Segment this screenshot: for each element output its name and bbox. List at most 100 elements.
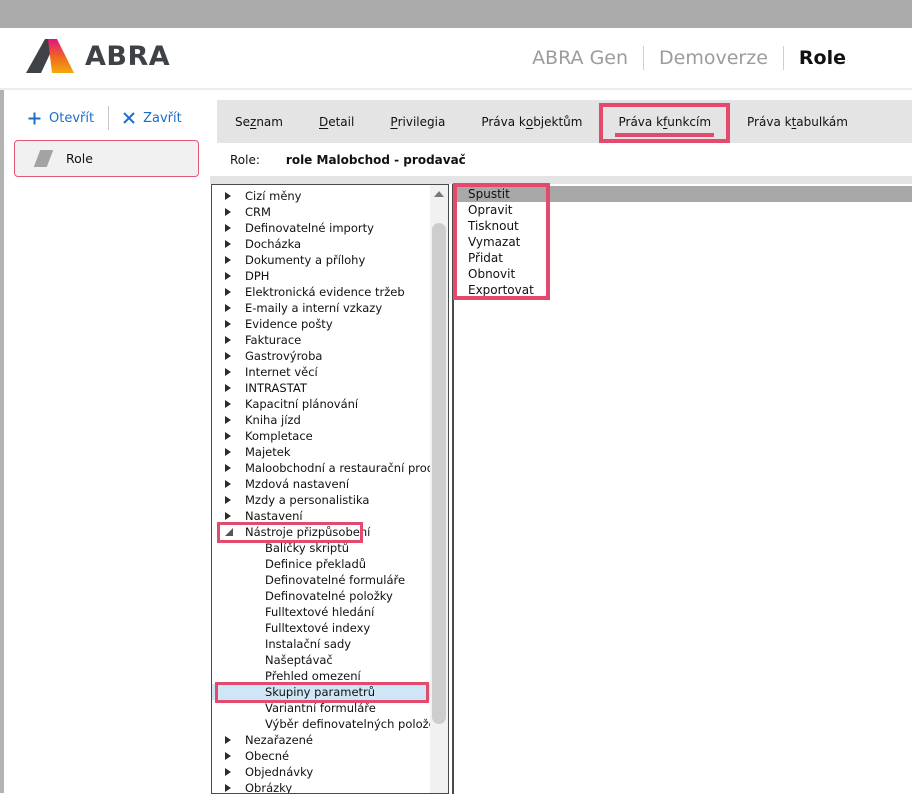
tree-item[interactable]: Dokumenty a přílohy [212, 252, 430, 268]
tree-item[interactable]: Definovatelné položky [212, 588, 430, 604]
function-item[interactable]: Tisknout [454, 218, 912, 234]
tree-expand-arrow-icon[interactable] [225, 432, 239, 440]
tree-expand-arrow-icon[interactable] [225, 512, 239, 520]
scrollbar-up-arrow-icon[interactable] [430, 185, 448, 203]
tree-expand-arrow-icon[interactable] [225, 304, 239, 312]
tree-item[interactable]: Nastavení [212, 508, 430, 524]
tree-item-label: Cizí měny [245, 189, 301, 203]
tree-item-label: Kniha jízd [245, 413, 301, 427]
tree-item[interactable]: Gastrovýroba [212, 348, 430, 364]
tab[interactable]: Práva k tabulkám [729, 100, 866, 143]
tree-expand-arrow-icon[interactable] [225, 320, 239, 328]
tree-expand-arrow-icon[interactable] [225, 768, 239, 776]
tree-item[interactable]: Fulltextové hledání [212, 604, 430, 620]
tree-item[interactable]: Obecné [212, 748, 430, 764]
tree-expand-arrow-icon[interactable] [225, 752, 239, 760]
tree-item[interactable]: Definovatelné importy [212, 220, 430, 236]
tree-item[interactable]: Kapacitní plánování [212, 396, 430, 412]
open-button[interactable]: Otevřít [28, 111, 94, 126]
tree-item[interactable]: Obrázky [212, 780, 430, 793]
tree-item[interactable]: Našeptávač [212, 652, 430, 668]
tree-expand-arrow-icon[interactable] [225, 256, 239, 264]
function-item[interactable]: Vymazat [454, 234, 912, 250]
tree-expand-arrow-icon[interactable] [225, 496, 239, 504]
scrollbar-thumb[interactable] [432, 223, 446, 724]
tree-item-label: Definice překladů [265, 557, 366, 571]
tab[interactable]: Privilegia [372, 100, 463, 143]
tree-item[interactable]: Nástroje přizpůsobení [212, 524, 430, 540]
tree-expand-arrow-icon[interactable] [225, 416, 239, 424]
sidebar-item-role[interactable]: Role [14, 140, 199, 177]
tree-item[interactable]: Kompletace [212, 428, 430, 444]
tree-expand-arrow-icon[interactable] [225, 272, 239, 280]
tree-expand-arrow-icon[interactable] [225, 240, 239, 248]
tree-item[interactable]: E-maily a interní vzkazy [212, 300, 430, 316]
tree-expand-arrow-icon[interactable] [225, 368, 239, 376]
tree-expand-arrow-icon[interactable] [225, 352, 239, 360]
tree-item[interactable]: Elektronická evidence tržeb [212, 284, 430, 300]
tree-item[interactable]: Fakturace [212, 332, 430, 348]
tree-expand-arrow-icon[interactable] [225, 480, 239, 488]
tab[interactable]: Práva k objektům [463, 100, 600, 143]
tree-item[interactable]: Cizí měny [212, 188, 430, 204]
tab[interactable]: Práva k funkcím [600, 100, 729, 143]
tree-item[interactable]: Maloobchodní a restaurační prodej [212, 460, 430, 476]
tree-expand-arrow-icon[interactable] [225, 336, 239, 344]
tab[interactable]: Seznam [217, 100, 301, 143]
function-item[interactable]: Opravit [454, 202, 912, 218]
tree-item[interactable]: DPH [212, 268, 430, 284]
tree-item[interactable]: Přehled omezení [212, 668, 430, 684]
tree-expand-arrow-icon[interactable] [225, 528, 239, 536]
tree-item[interactable]: Nezařazené [212, 732, 430, 748]
function-item[interactable]: Exportovat [454, 282, 912, 298]
close-button[interactable]: Zavřít [123, 111, 182, 126]
tree-expand-arrow-icon[interactable] [225, 736, 239, 744]
tree-item-label: Definovatelné formuláře [265, 573, 405, 587]
tree-item[interactable]: Definice překladů [212, 556, 430, 572]
tree-item[interactable]: Mzdová nastavení [212, 476, 430, 492]
tree-item[interactable]: Instalační sady [212, 636, 430, 652]
function-rights-list: SpustitOpravitTisknoutVymazatPřidatObnov… [454, 184, 912, 298]
tree-item[interactable]: Docházka [212, 236, 430, 252]
function-item[interactable]: Obnovit [454, 266, 912, 282]
tree-item-label: Fulltextové hledání [265, 605, 374, 619]
tree-item-label: Docházka [245, 237, 301, 251]
tree-expand-arrow-icon[interactable] [225, 192, 239, 200]
tree-item[interactable]: Skupiny parametrů [212, 684, 430, 700]
close-icon [123, 112, 135, 124]
tree-expand-arrow-icon[interactable] [225, 784, 239, 792]
function-item[interactable]: Spustit [454, 186, 912, 202]
tree-item-label: Obrázky [245, 781, 292, 793]
tab[interactable]: Detail [301, 100, 372, 143]
tree-item[interactable]: Kniha jízd [212, 412, 430, 428]
tree-scrollbar[interactable] [430, 185, 448, 793]
tree-expand-arrow-icon[interactable] [225, 208, 239, 216]
function-groups-panel: Cizí měny CRM Definovatelné importy Doch… [211, 184, 449, 794]
tree-expand-arrow-icon[interactable] [225, 288, 239, 296]
tree-item[interactable]: Výběr definovatelných položek [212, 716, 430, 732]
window-top-bar [0, 0, 912, 28]
function-item[interactable]: Přidat [454, 250, 912, 266]
tree-item[interactable]: Internet věcí [212, 364, 430, 380]
sidebar-actions-divider [108, 106, 109, 130]
tree-item[interactable]: Variantní formuláře [212, 700, 430, 716]
page-title: Role [799, 47, 846, 69]
tree-expand-arrow-icon[interactable] [225, 384, 239, 392]
tree-expand-arrow-icon[interactable] [225, 448, 239, 456]
tree-item-label: Kapacitní plánování [245, 397, 358, 411]
tree-item[interactable]: Balíčky skriptů [212, 540, 430, 556]
tree-item[interactable]: Fulltextové indexy [212, 620, 430, 636]
tree-item[interactable]: Majetek [212, 444, 430, 460]
tree-expand-arrow-icon[interactable] [225, 464, 239, 472]
tree-item[interactable]: Objednávky [212, 764, 430, 780]
tree-expand-arrow-icon[interactable] [225, 400, 239, 408]
tree-item[interactable]: CRM [212, 204, 430, 220]
tree-item[interactable]: INTRASTAT [212, 380, 430, 396]
app-header: ABRA ABRA Gen Demoverze Role [0, 28, 912, 90]
tree-item-label: Definovatelné importy [245, 221, 374, 235]
tree-item[interactable]: Evidence pošty [212, 316, 430, 332]
tree-item[interactable]: Mzdy a personalistika [212, 492, 430, 508]
tree-item[interactable]: Definovatelné formuláře [212, 572, 430, 588]
tree-item-label: Nastavení [245, 509, 303, 523]
tree-expand-arrow-icon[interactable] [225, 224, 239, 232]
